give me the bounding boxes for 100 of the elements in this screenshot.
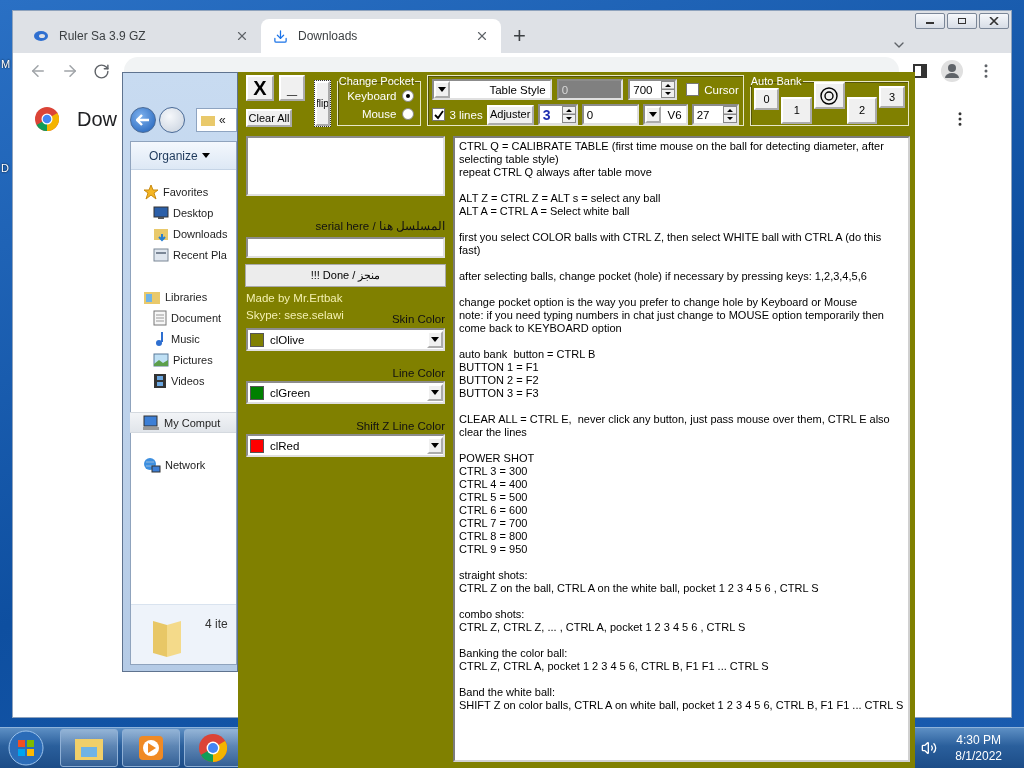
download-icon [273,28,288,44]
nav-item[interactable]: Recent Pla [131,244,236,265]
nav-item[interactable]: Favorites [131,181,236,202]
window-icon [153,246,169,263]
color-dropdown[interactable]: clGreen [246,381,445,404]
version-dropdown[interactable]: V6 [642,104,688,125]
back-button[interactable] [130,107,156,133]
caret-down-icon [431,390,439,395]
spin-field[interactable]: 27 [691,104,739,125]
browser-tab[interactable]: Downloads [261,19,501,53]
taskbar-button[interactable] [122,729,180,767]
play-icon [138,735,164,761]
credit-text: Made by Mr.Ertbak [246,292,344,304]
caret-down-icon [438,87,447,92]
bank-button[interactable]: 2 [846,97,878,124]
close-button[interactable]: X [246,75,274,101]
radio-option[interactable]: Keyboard [341,87,415,105]
nav-item[interactable]: Desktop [131,202,236,223]
browser-logo-icon [199,734,227,762]
close-button[interactable] [979,13,1009,29]
clock[interactable]: 4:30 PM 8/1/2022 [955,732,1002,764]
value-field[interactable]: 0 [581,104,639,125]
volume-icon[interactable] [921,740,938,756]
spin-field[interactable]: 3 [537,104,578,125]
spin-arrows-icon[interactable] [722,106,737,123]
help-paragraph: auto bank button = CTRL B BUTTON 1 = F1 BUTTON 2 = F2 BUTTON 3 = F3 [459,348,597,400]
computer-icon [142,414,160,431]
checkbox[interactable] [432,108,446,121]
color-label: Shift Z Line Color [356,420,445,432]
desktop-icon-label: D [1,162,9,174]
nav-item[interactable]: Music [131,328,236,349]
help-paragraph: after selecting balls, change pocket (hole) if necessary by pressing keys: 1,2,3,4,5,6 [459,270,868,283]
start-button[interactable] [6,730,46,766]
minimize-button[interactable]: _ [279,75,305,101]
document-icon [153,309,167,326]
checkbox-label: Cursor [704,83,739,96]
square-icon[interactable] [913,64,927,78]
target-button[interactable] [814,82,845,109]
bank-button[interactable]: 0 [753,88,780,110]
browser-tab[interactable]: Ruler Sa 3.9 GZ [21,19,261,53]
folder-icon [201,114,215,126]
table-style-dropdown[interactable]: Table Style [432,79,552,100]
help-paragraph: Band the white ball: SHIFT Z on color balls, CTRL A on white ball, pocket 1 2 3 4 5 6, CTRL B, F1 F1 ... CTRL S [459,686,904,712]
close-icon [989,17,999,25]
caret-down-icon [648,112,657,117]
serial-label: serial here / المسلسل هنا [315,219,445,233]
back-arrow-icon [136,114,150,126]
skype-text: Skype: sese.selawi [246,309,344,321]
globe-icon [143,456,161,473]
profile-icon[interactable] [941,60,963,82]
desktop-icon-label: M [1,58,11,70]
adjuster-button[interactable]: Adjuster [486,104,534,125]
close-icon[interactable] [235,29,249,43]
film-icon [153,372,167,389]
help-paragraph: ALT Z = CTRL Z = ALT s = select any ball ALT A = CTRL A = Select white ball [459,192,662,218]
color-label: Line Color [392,367,445,379]
nav-item[interactable]: Document [131,307,236,328]
spin-arrows-icon[interactable] [561,106,576,123]
nav-item[interactable]: Downloads [131,223,236,244]
help-paragraph: Banking the color ball: CTRL Z, CTRL A, pocket 1 2 3 4 5 6, CTRL B, F1 F1 ... CTRL S [459,647,770,673]
forward-button[interactable] [159,107,185,133]
help-paragraph: CTRL Q = CALIBRATE TABLE (first time mouse on the ball for detecting diameter, after selecting table style) repeat CTRL Q always after table move [459,140,885,179]
nav-item[interactable]: Pictures [131,349,236,370]
nav-item[interactable]: Libraries [131,286,236,307]
restore-button[interactable] [947,13,977,29]
radio-option[interactable]: Mouse [341,105,415,123]
target-icon [820,86,839,105]
help-paragraph: straight shots: CTRL Z on the ball, CTRL A on the white ball, pocket 1 2 3 4 5 6 , CTRL S [459,569,820,595]
monitor-icon [153,205,169,220]
nav-item[interactable]: My Comput [130,412,236,433]
flip-button[interactable]: flip [314,80,331,127]
help-paragraph: CLEAR ALL = CTRL E, never click any button, just pass mouse over them, CTRL E also clear the lines [459,413,891,439]
picture-icon [153,352,169,367]
done-button[interactable]: !!! Done / منجز [245,264,446,287]
serial-field[interactable] [246,237,445,258]
taskbar-button[interactable] [60,729,118,767]
bank-button[interactable]: 1 [781,97,813,124]
new-tab-button[interactable]: + [513,19,526,53]
checkbox[interactable] [686,83,700,96]
change-pocket-group: Change Pocket Keyboard Mouse [336,75,422,126]
nav-item[interactable]: Videos [131,370,236,391]
help-paragraph: POWER SHOT CTRL 3 = 300 CTRL 4 = 400 CTRL 5 = 500 CTRL 6 = 600 CTRL 7 = 700 CTRL 8 = 800 CTRL 9 = 950 [459,452,536,556]
color-dropdown[interactable]: clRed [246,434,445,457]
address-field[interactable]: « [196,108,237,132]
spin-field[interactable]: 700 [628,79,678,100]
nav-item[interactable]: Network [131,454,236,475]
color-label: Skin Color [391,313,445,325]
help-paragraph: combo shots: CTRL Z, CTRL Z, ... , CTRL A, pocket 1 2 3 4 5 6 , CTRL S [459,608,747,634]
bank-button[interactable]: 3 [879,86,905,108]
minimize-button[interactable] [915,13,945,29]
close-icon[interactable] [475,29,489,43]
auto-bank-group: Auto Bank 0 1 2 3 [749,75,909,126]
reload-icon[interactable] [93,62,110,80]
spin-arrows-icon[interactable] [661,81,676,98]
wave-icon [33,30,49,42]
caret-down-icon [431,337,439,342]
caret-down-icon [201,153,210,158]
color-dropdown[interactable]: clOlive [246,328,445,351]
clear-all-button[interactable]: Clear All [246,109,292,127]
notes-box[interactable] [246,136,445,196]
